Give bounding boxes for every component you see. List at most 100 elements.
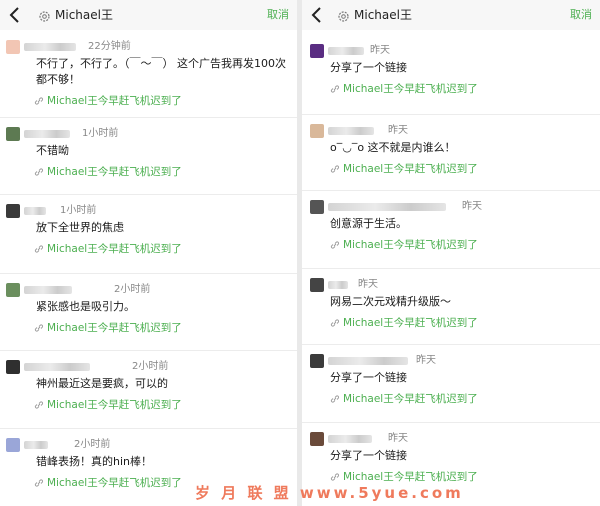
- shared-post-link-text: Michael王今早赶飞机迟到了: [343, 239, 478, 251]
- link-icon: [34, 168, 44, 176]
- shared-post-link[interactable]: Michael王今早赶飞机迟到了: [34, 398, 182, 412]
- comment-time: 1小时前: [60, 205, 97, 216]
- blurred-username[interactable]: [24, 207, 46, 215]
- comment-separator: [0, 273, 297, 274]
- comment-text: 创意源于生活。: [330, 217, 407, 230]
- comment-time: 昨天: [388, 125, 408, 136]
- blurred-username[interactable]: [328, 203, 446, 211]
- avatar[interactable]: [6, 438, 20, 452]
- blurred-username[interactable]: [328, 435, 372, 443]
- comment-text: 神州最近这是要疯，可以的: [36, 377, 168, 390]
- shared-post-link[interactable]: Michael王今早赶飞机迟到了: [330, 82, 478, 96]
- shared-post-link-text: Michael王今早赶飞机迟到了: [47, 95, 182, 107]
- avatar[interactable]: [310, 124, 324, 138]
- comment-time: 2小时前: [132, 361, 169, 372]
- comment-separator: [302, 114, 600, 115]
- comment-text: 都不够！: [36, 73, 80, 86]
- avatar[interactable]: [6, 40, 20, 54]
- shared-post-link-text: Michael王今早赶飞机迟到了: [343, 83, 478, 95]
- avatar[interactable]: [310, 278, 324, 292]
- comment-time: 2小时前: [74, 439, 111, 450]
- comment-text: 不错呦: [36, 144, 69, 157]
- link-icon: [34, 324, 44, 332]
- shared-post-link[interactable]: Michael王今早赶飞机迟到了: [34, 476, 182, 490]
- shared-post-link[interactable]: Michael王今早赶飞机迟到了: [330, 162, 478, 176]
- avatar[interactable]: [310, 432, 324, 446]
- cancel-button[interactable]: 取消: [570, 7, 592, 23]
- comment-time: 1小时前: [82, 128, 119, 139]
- chevron-left-icon[interactable]: [8, 6, 22, 24]
- blurred-username[interactable]: [24, 130, 70, 138]
- avatar[interactable]: [310, 200, 324, 214]
- comment-separator: [0, 194, 297, 195]
- blurred-username[interactable]: [328, 47, 364, 55]
- blurred-username[interactable]: [328, 281, 348, 289]
- blurred-username[interactable]: [24, 363, 90, 371]
- left-header-bar: Michael王 取消: [0, 0, 297, 30]
- comment-separator: [0, 117, 297, 118]
- comment-separator: [302, 344, 600, 345]
- shared-post-link-text: Michael王今早赶飞机迟到了: [343, 163, 478, 175]
- link-icon: [330, 165, 340, 173]
- link-icon: [34, 245, 44, 253]
- left-comments-panel: Michael王 取消 22分钟前不行了，不行了。（￣～￣） 这个广告我再发10…: [0, 0, 297, 506]
- chevron-left-icon[interactable]: [310, 6, 324, 24]
- comment-text: ο‾◡‾ο 这不就是内谁么！: [330, 141, 456, 154]
- shared-post-link-text: Michael王今早赶飞机迟到了: [343, 317, 478, 329]
- link-icon: [34, 401, 44, 409]
- shared-post-link[interactable]: Michael王今早赶飞机迟到了: [34, 242, 182, 256]
- page-title: Michael王: [55, 8, 113, 22]
- shared-post-link-text: Michael王今早赶飞机迟到了: [343, 393, 478, 405]
- watermark: 岁 月 联 盟 www.5yue.com: [195, 484, 464, 502]
- link-icon: [330, 473, 340, 481]
- comment-text: 网易二次元戏精升级版～: [330, 295, 451, 308]
- comment-text: 分享了一个链接: [330, 371, 407, 384]
- comment-separator: [0, 428, 297, 429]
- blurred-username[interactable]: [328, 357, 408, 365]
- comment-separator: [302, 268, 600, 269]
- comment-text: 不行了，不行了。（￣～￣） 这个广告我再发100次: [36, 57, 286, 70]
- link-icon: [330, 395, 340, 403]
- shared-post-link[interactable]: Michael王今早赶飞机迟到了: [330, 238, 478, 252]
- avatar[interactable]: [310, 354, 324, 368]
- comment-text: 放下全世界的焦虑: [36, 221, 124, 234]
- avatar[interactable]: [6, 127, 20, 141]
- comment-time: 22分钟前: [88, 41, 131, 52]
- comment-separator: [302, 422, 600, 423]
- cancel-button[interactable]: 取消: [267, 7, 289, 23]
- avatar[interactable]: [310, 44, 324, 58]
- gear-icon: [38, 8, 51, 22]
- link-icon: [34, 479, 44, 487]
- avatar[interactable]: [6, 283, 20, 297]
- right-header-bar: Michael王 取消: [302, 0, 600, 30]
- shared-post-link[interactable]: Michael王今早赶飞机迟到了: [34, 94, 182, 108]
- comment-time: 昨天: [370, 45, 390, 56]
- shared-post-link[interactable]: Michael王今早赶飞机迟到了: [330, 316, 478, 330]
- shared-post-link-text: Michael王今早赶飞机迟到了: [47, 243, 182, 255]
- shared-post-link-text: Michael王今早赶飞机迟到了: [47, 166, 182, 178]
- comment-time: 昨天: [358, 279, 378, 290]
- avatar[interactable]: [6, 204, 20, 218]
- blurred-username[interactable]: [24, 43, 76, 51]
- gear-icon: [337, 8, 350, 22]
- comment-text: 紧张感也是吸引力。: [36, 300, 135, 313]
- comment-separator: [302, 190, 600, 191]
- link-icon: [34, 97, 44, 105]
- link-icon: [330, 319, 340, 327]
- link-icon: [330, 241, 340, 249]
- shared-post-link-text: Michael王今早赶飞机迟到了: [47, 399, 182, 411]
- comment-time: 昨天: [416, 355, 436, 366]
- shared-post-link[interactable]: Michael王今早赶飞机迟到了: [34, 165, 182, 179]
- shared-post-link[interactable]: Michael王今早赶飞机迟到了: [34, 321, 182, 335]
- avatar[interactable]: [6, 360, 20, 374]
- comment-text: 分享了一个链接: [330, 449, 407, 462]
- shared-post-link-text: Michael王今早赶飞机迟到了: [47, 477, 182, 489]
- blurred-username[interactable]: [328, 127, 374, 135]
- comment-text: 错峰表扬！真的hin棒！: [36, 455, 152, 468]
- link-icon: [330, 85, 340, 93]
- shared-post-link[interactable]: Michael王今早赶飞机迟到了: [330, 392, 478, 406]
- shared-post-link-text: Michael王今早赶飞机迟到了: [47, 322, 182, 334]
- blurred-username[interactable]: [24, 441, 48, 449]
- blurred-username[interactable]: [24, 286, 72, 294]
- right-comments-panel: Michael王 取消 昨天 分享了一个链接 Michael王今早赶飞机迟到了 昨天 ο…: [302, 0, 600, 506]
